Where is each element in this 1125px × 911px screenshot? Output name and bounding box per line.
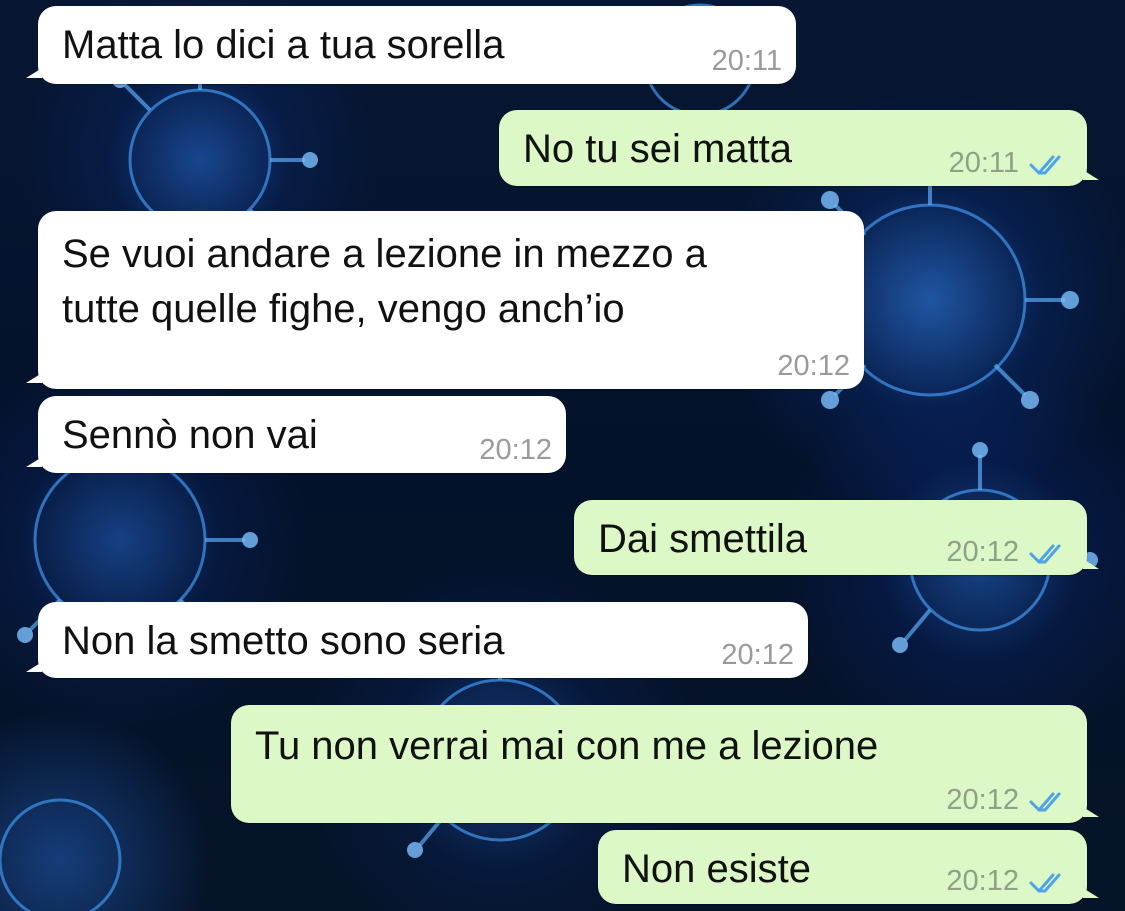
- message-meta: 20:12: [777, 350, 850, 383]
- message-time: 20:12: [946, 865, 1019, 897]
- message-time: 20:12: [946, 536, 1019, 568]
- message-bubble-outgoing[interactable]: No tu sei matta 20:11: [499, 110, 1099, 186]
- message-meta: 20:12: [946, 865, 1073, 898]
- message-meta: 20:12: [721, 639, 794, 672]
- double-check-icon: [1029, 153, 1073, 175]
- message-text: Matta lo dici a tua sorella: [62, 23, 505, 67]
- bubble-tail: [1083, 888, 1099, 898]
- message-meta: 20:12: [946, 784, 1073, 817]
- message-bubble-incoming[interactable]: Matta lo dici a tua sorella 20:11: [26, 6, 796, 84]
- message-bubble-outgoing[interactable]: Tu non verrai mai con me a lezione 20:12: [231, 705, 1099, 823]
- double-check-icon: [1029, 790, 1073, 812]
- bubble-tail: [26, 457, 42, 467]
- message-time: 20:12: [946, 784, 1019, 816]
- bubble-tail: [1083, 807, 1099, 817]
- double-check-icon: [1029, 542, 1073, 564]
- message-text: Tu non verrai mai con me a lezione: [255, 724, 879, 768]
- message-bubble-incoming[interactable]: Non la smetto sono seria 20:12: [26, 602, 808, 678]
- bubble-tail: [26, 662, 42, 672]
- message-time: 20:11: [948, 147, 1019, 179]
- message-meta: 20:11: [949, 147, 1073, 180]
- message-text: Non la smetto sono seria: [62, 619, 505, 663]
- message-time: 20:12: [777, 350, 850, 382]
- message-time: 20:11: [711, 45, 782, 77]
- bubble-tail: [1083, 559, 1099, 569]
- message-meta: 20:12: [479, 434, 552, 467]
- message-bubble-incoming[interactable]: Sennò non vai 20:12: [26, 396, 566, 473]
- bubble-tail: [1083, 170, 1099, 180]
- bubble-tail: [26, 68, 42, 78]
- message-meta: 20:12: [946, 536, 1073, 569]
- message-bubble-outgoing[interactable]: Non esiste 20:12: [598, 830, 1099, 904]
- message-time: 20:12: [479, 434, 552, 466]
- message-text: Se vuoi andare a lezione in mezzo a tutt…: [62, 232, 707, 331]
- message-text: No tu sei matta: [523, 127, 793, 171]
- message-bubble-incoming[interactable]: Se vuoi andare a lezione in mezzo a tutt…: [26, 211, 864, 389]
- message-text: Non esiste: [622, 847, 811, 891]
- message-text: Dai smettila: [598, 517, 807, 561]
- message-time: 20:12: [721, 639, 794, 671]
- double-check-icon: [1029, 871, 1073, 893]
- bubble-tail: [26, 373, 42, 383]
- message-bubble-outgoing[interactable]: Dai smettila 20:12: [574, 500, 1099, 575]
- message-text: Sennò non vai: [62, 413, 318, 457]
- message-meta: 20:11: [712, 45, 782, 78]
